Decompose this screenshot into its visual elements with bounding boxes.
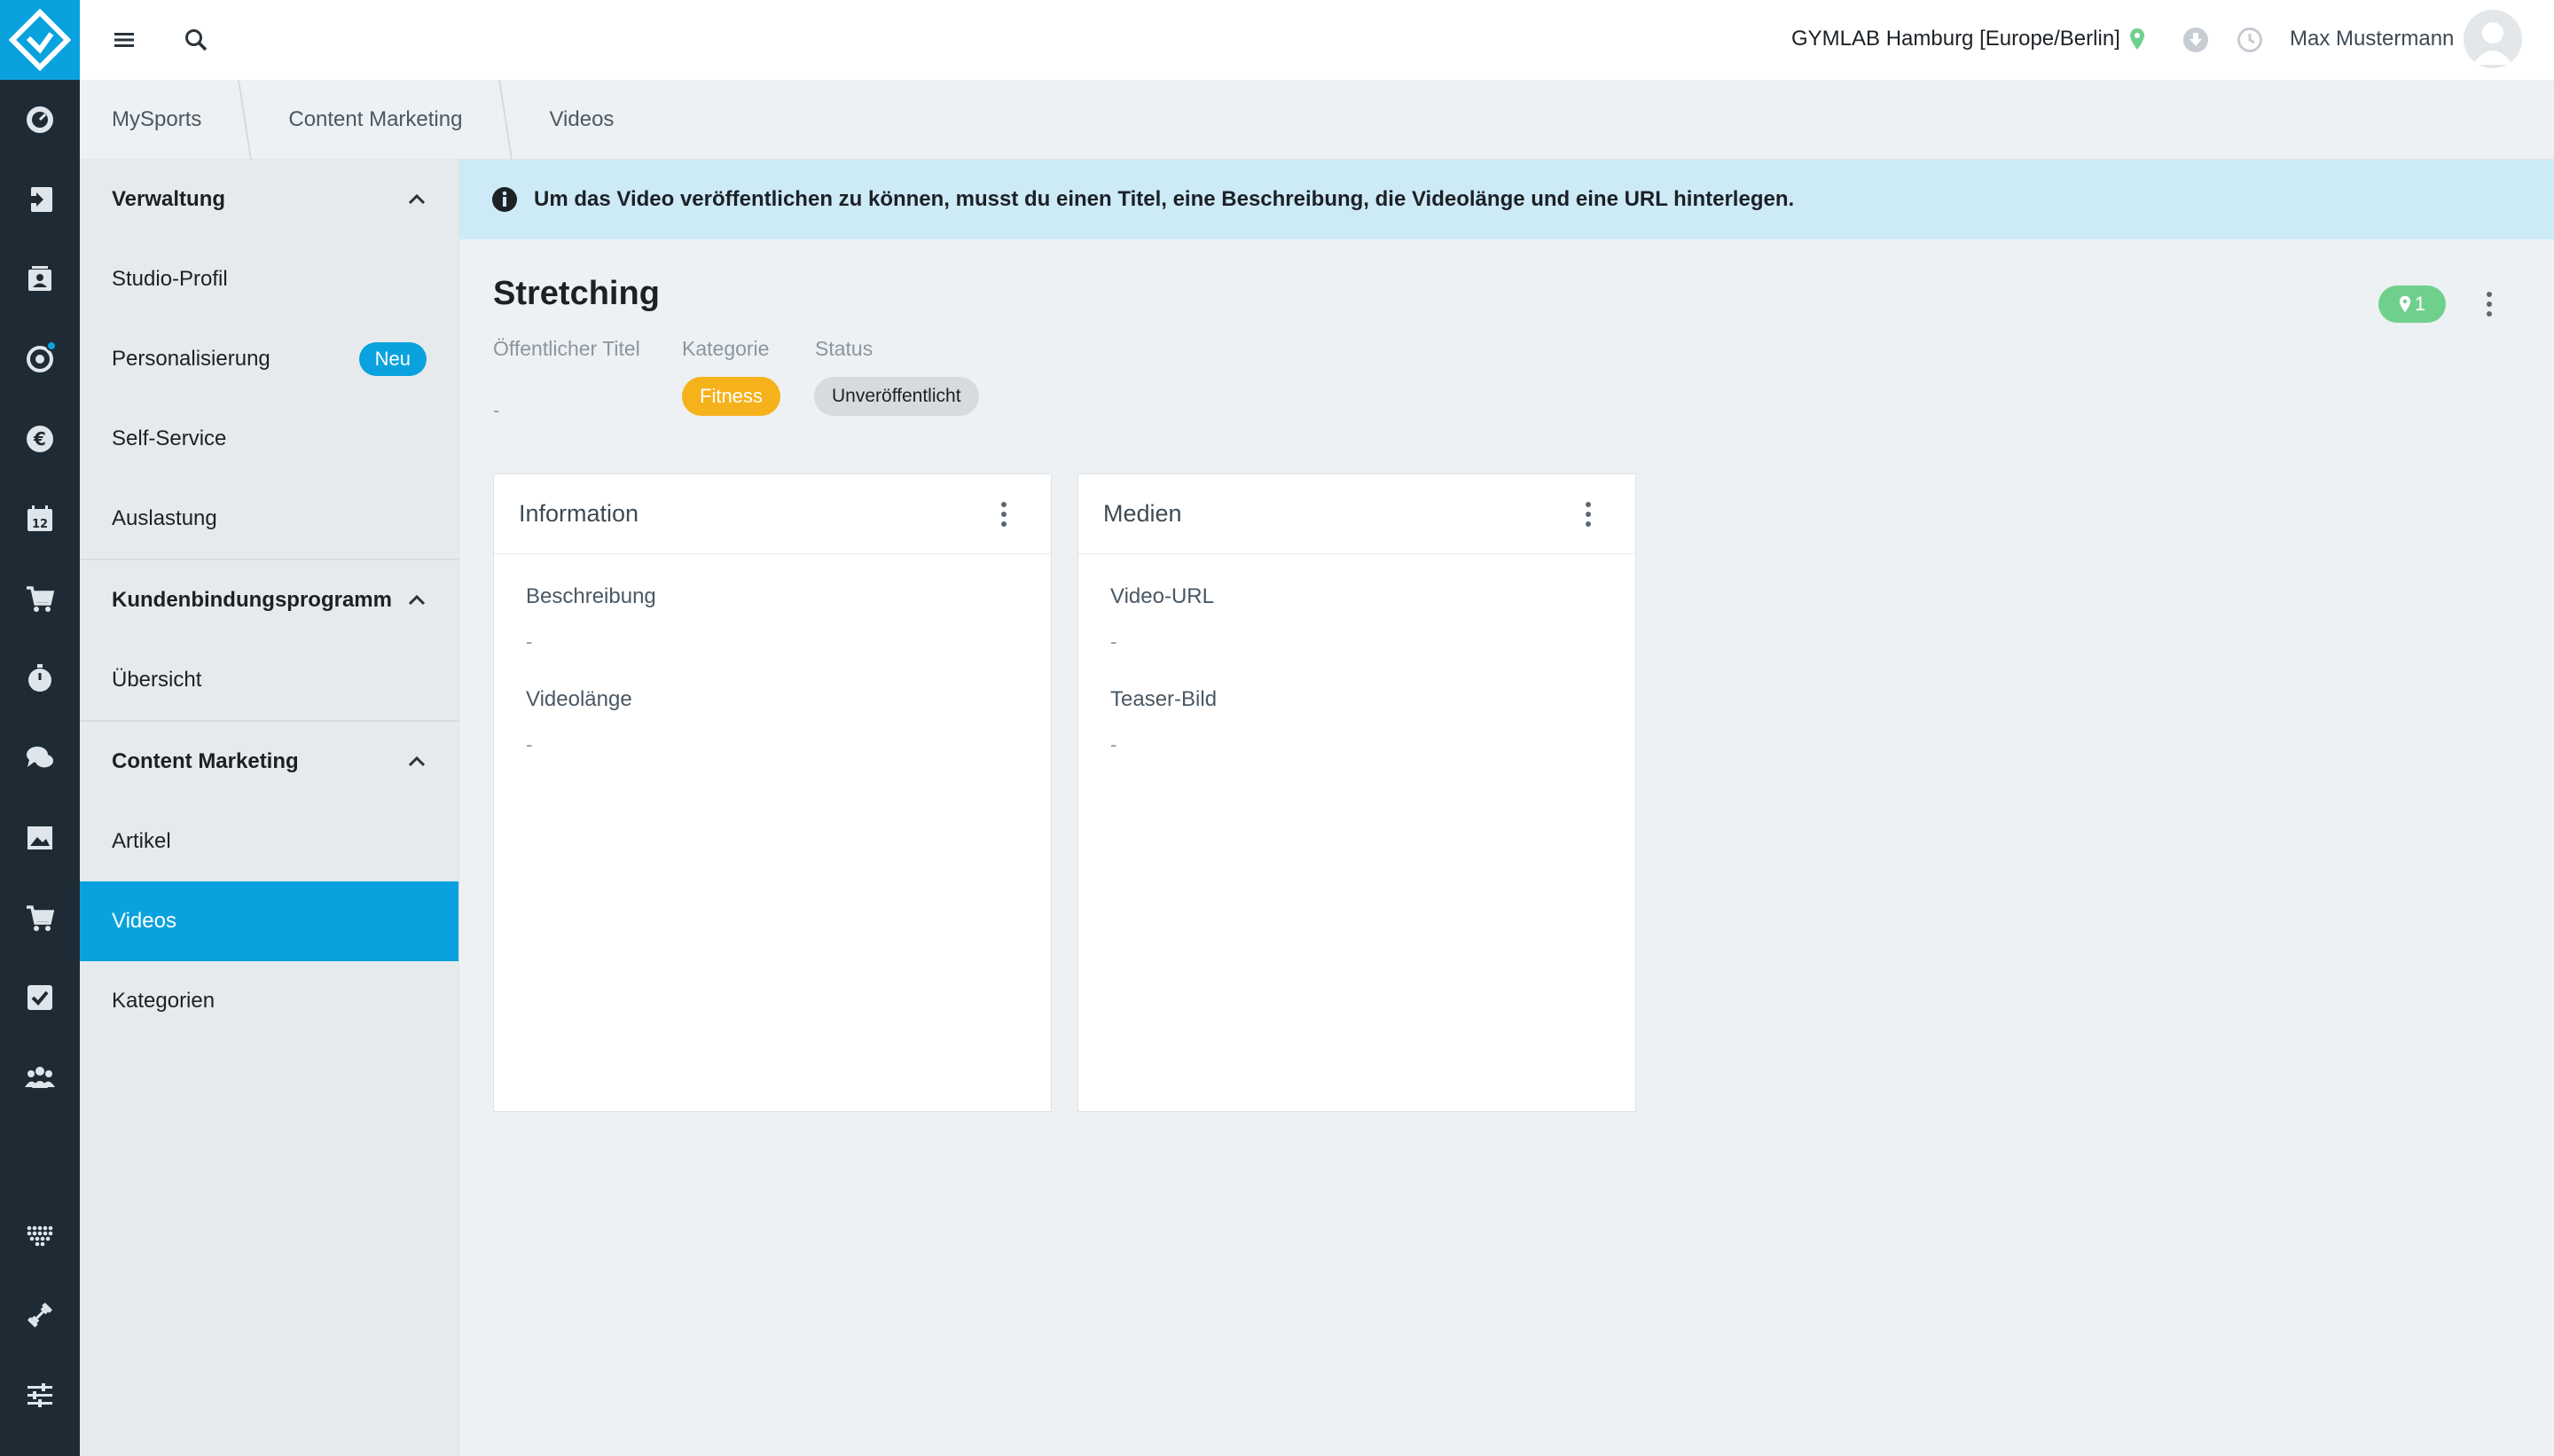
breadcrumb: MySports Content Marketing Videos [80,80,2554,160]
public-title-label: Öffentlicher Titel [493,337,640,360]
sidebar-item-kategorien[interactable]: Kategorien [80,961,458,1041]
studio-selector[interactable]: GYMLAB Hamburg [Europe/Berlin] [1791,27,2145,51]
avatar[interactable] [2464,10,2522,68]
sidebar-item-label: Self-Service [112,427,227,450]
shop-icon[interactable] [0,878,80,958]
description-label: Beschreibung [526,584,656,608]
main-content: Um das Video veröffentlichen zu können, … [459,160,2554,1456]
sidebar-item-label: Videos [112,909,176,933]
category-label: Kategorie [682,337,770,360]
sidebar-item-label: Personalisierung [112,347,270,371]
status-label: Status [815,337,874,360]
nav-group-content-marketing[interactable]: Content Marketing [80,722,458,802]
video-url-value: - [1110,630,1117,653]
svg-text:€: € [33,428,46,450]
card-title: Medien [1103,500,1182,527]
sliders-icon[interactable] [0,1355,80,1435]
teaser-image-value: - [1110,733,1117,755]
dumbbell-icon[interactable] [0,1275,80,1355]
more-actions-icon[interactable] [2476,286,2503,323]
dashboard-icon[interactable] [0,80,80,160]
icon-rail: € 12 [0,0,80,1456]
top-bar: GYMLAB Hamburg [Europe/Berlin] Max Muste… [80,0,2554,80]
card-title: Information [519,500,639,527]
info-banner: Um das Video veröffentlichen zu können, … [459,160,2554,239]
location-pin-icon [2399,295,2411,313]
calendar-icon[interactable]: 12 [0,479,80,559]
checkin-icon[interactable] [0,160,80,239]
logo-icon[interactable] [0,0,80,80]
nav-group-label: Kundenbindungsprogramm [112,588,392,612]
sidebar-item-videos[interactable]: Videos [80,881,458,961]
video-length-value: - [526,733,533,755]
video-url-label: Video-URL [1110,584,1214,608]
sidebar-item-self-service[interactable]: Self-Service [80,399,458,479]
nav-group-label: Content Marketing [112,749,299,773]
breadcrumb-videos[interactable]: Videos [517,80,646,159]
chat-icon[interactable] [0,718,80,798]
nav-group-kundenbindungsprogramm[interactable]: Kundenbindungsprogramm [80,560,458,640]
sidebar-item-auslastung[interactable]: Auslastung [80,479,458,559]
download-icon[interactable] [2174,18,2218,62]
sidebar-item-label: Auslastung [112,506,217,530]
studio-name: GYMLAB Hamburg [Europe/Berlin] [1791,27,2120,51]
dots-grid-icon[interactable] [0,1195,80,1275]
card-header: Medien [1078,474,1635,554]
location-count: 1 [2414,293,2426,315]
public-title-value: - [493,399,500,421]
sidebar-item-label: Kategorien [112,989,215,1013]
card-menu-icon[interactable] [991,496,1017,533]
euro-icon[interactable]: € [0,399,80,479]
card-menu-icon[interactable] [1575,496,1602,533]
task-icon[interactable] [0,958,80,1037]
group-icon[interactable] [0,1037,80,1117]
timer-icon[interactable] [0,638,80,718]
sidebar-item-uebersicht[interactable]: Übersicht [80,640,458,720]
information-card: Information Beschreibung - Videolänge - [493,474,1052,1112]
image-icon[interactable] [0,798,80,878]
sidebar-item-label: Studio-Profil [112,267,228,291]
new-badge: Neu [358,342,427,376]
chevron-up-icon [408,755,426,767]
svg-text:12: 12 [32,518,48,531]
nav-group-label: Verwaltung [112,187,226,211]
card-header: Information [494,474,1051,554]
breadcrumb-separator [498,80,513,160]
menu-icon[interactable] [102,18,146,62]
cart-icon[interactable] [0,559,80,638]
notification-dot [46,341,57,351]
secondary-sidebar: Verwaltung Studio-Profil Personalisierun… [80,160,459,1456]
sidebar-item-artikel[interactable]: Artikel [80,802,458,881]
clock-icon[interactable] [2228,18,2272,62]
video-length-label: Videolänge [526,687,632,711]
sidebar-item-studio-profil[interactable]: Studio-Profil [80,239,458,319]
breadcrumb-mysports[interactable]: MySports [80,80,233,159]
user-name[interactable]: Max Mustermann [2290,27,2454,51]
description-value: - [526,630,533,653]
search-icon[interactable] [174,18,218,62]
info-icon [492,187,517,212]
status-badge: Unveröffentlicht [814,377,979,416]
chevron-up-icon [408,193,426,205]
sidebar-item-personalisierung[interactable]: Personalisierung Neu [80,319,458,399]
sidebar-item-label: Artikel [112,829,171,853]
location-pin-icon [2129,28,2144,50]
info-banner-text: Um das Video veröffentlichen zu können, … [534,187,1795,211]
page-title: Stretching [493,275,660,312]
settings-icon[interactable] [0,319,80,399]
sidebar-item-label: Übersicht [112,668,202,692]
nav-group-verwaltung[interactable]: Verwaltung [80,160,458,239]
breadcrumb-content-marketing[interactable]: Content Marketing [256,80,494,159]
chevron-up-icon [408,594,426,606]
media-card: Medien Video-URL - Teaser-Bild - [1077,474,1636,1112]
breadcrumb-separator [238,80,253,160]
location-count-badge[interactable]: 1 [2378,286,2446,323]
contacts-icon[interactable] [0,239,80,319]
category-badge: Fitness [682,377,780,416]
teaser-image-label: Teaser-Bild [1110,687,1218,711]
